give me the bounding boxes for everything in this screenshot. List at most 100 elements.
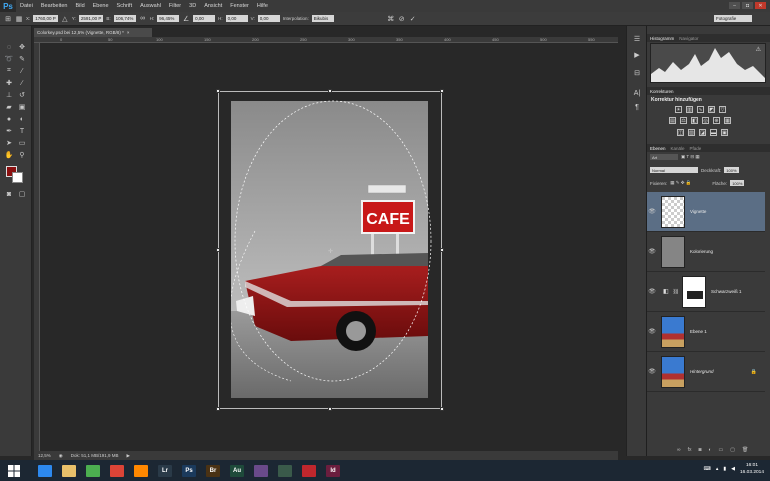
history-brush-icon[interactable]: ↺ xyxy=(16,90,28,100)
menu-item[interactable]: Schrift xyxy=(113,3,137,9)
visibility-eye-icon[interactable]: 👁 xyxy=(647,288,657,295)
history-panel-icon[interactable]: ☰ xyxy=(631,34,643,44)
marquee-tool-icon[interactable]: ◌ xyxy=(3,42,15,52)
type-tool-icon[interactable]: T xyxy=(16,126,28,136)
cancel-transform-icon[interactable]: ⊘ xyxy=(398,15,406,23)
chain-link-icon[interactable]: ⛓ xyxy=(673,289,679,295)
transform-bounding-box[interactable]: ✛ xyxy=(216,89,444,411)
lock-icons[interactable]: ▦ ✎ ✥ 🔒 xyxy=(670,180,691,186)
taskbar-app-icon[interactable] xyxy=(82,462,104,480)
taskbar-app-icon[interactable] xyxy=(250,462,272,480)
photo-filter-icon[interactable]: ◎ xyxy=(702,117,709,124)
vibrance-icon[interactable]: ▽ xyxy=(719,106,726,113)
quick-select-icon[interactable]: ✎ xyxy=(16,54,28,64)
menu-item[interactable]: Hilfe xyxy=(253,3,272,9)
taskbar-app-icon[interactable] xyxy=(58,462,80,480)
vskew-field[interactable]: 0,00 xyxy=(257,15,280,22)
visibility-eye-icon[interactable]: 👁 xyxy=(647,328,657,335)
transform-tool-icon[interactable]: ⊞ xyxy=(4,15,12,23)
black-white-icon[interactable]: ◧ xyxy=(691,117,698,124)
gradient-tool-icon[interactable]: ▣ xyxy=(16,102,28,112)
clock[interactable]: 16:01 16.03.2014 xyxy=(740,462,764,476)
windows-start-button[interactable] xyxy=(4,462,24,480)
screen-mode-icon[interactable]: ▢ xyxy=(16,189,28,199)
properties-panel-icon[interactable]: ⊟ xyxy=(631,68,643,78)
menu-item[interactable]: Auswahl xyxy=(136,3,165,9)
height-field[interactable]: 96,45% xyxy=(157,15,180,22)
reference-point-icon[interactable]: ▦ xyxy=(15,15,23,23)
menu-item[interactable]: 3D xyxy=(185,3,200,9)
character-panel-icon[interactable]: A| xyxy=(631,88,643,98)
fill-field[interactable]: 100% xyxy=(730,180,745,186)
taskbar-app-icon[interactable]: Id xyxy=(322,462,344,480)
selective-color-icon[interactable]: ▣ xyxy=(721,129,728,136)
pivot-point-icon[interactable]: ✛ xyxy=(328,248,333,255)
zoom-tool-icon[interactable]: ⚲ xyxy=(16,150,28,160)
transform-handle[interactable] xyxy=(216,407,220,411)
delta-icon[interactable]: △ xyxy=(61,15,69,23)
color-lookup-icon[interactable]: ▦ xyxy=(724,117,731,124)
menu-item[interactable]: Ebene xyxy=(89,3,113,9)
commit-transform-icon[interactable]: ✓ xyxy=(409,15,417,23)
opacity-field[interactable]: 100% xyxy=(724,167,739,173)
channel-mixer-icon[interactable]: ⊕ xyxy=(713,117,720,124)
close-tab-icon[interactable]: × xyxy=(127,30,130,35)
taskbar-app-icon[interactable]: Br xyxy=(202,462,224,480)
healing-brush-icon[interactable]: ✚ xyxy=(3,78,15,88)
interpolation-select[interactable]: Bikubis xyxy=(311,15,334,22)
exposure-icon[interactable]: ◩ xyxy=(708,106,715,113)
move-tool-icon[interactable]: ✥ xyxy=(16,42,28,52)
transform-handle[interactable] xyxy=(328,407,332,411)
gradient-map-icon[interactable]: ▬ xyxy=(710,129,717,136)
transform-handle[interactable] xyxy=(440,248,444,252)
invert-icon[interactable]: ◫ xyxy=(677,129,684,136)
menu-item[interactable]: Datei xyxy=(16,3,37,9)
status-menu-arrow-icon[interactable]: ▶ xyxy=(126,453,129,459)
lasso-tool-icon[interactable]: ➰ xyxy=(3,54,15,64)
volume-icon[interactable]: ◀ xyxy=(731,466,735,472)
brightness-icon[interactable]: ☀ xyxy=(675,106,682,113)
tab-histogram[interactable]: Histogramm xyxy=(650,36,674,41)
taskbar-app-icon[interactable] xyxy=(130,462,152,480)
keyboard-icon[interactable]: ⌨ xyxy=(704,466,711,472)
taskbar-app-icon[interactable] xyxy=(34,462,56,480)
warp-icon[interactable]: ⌘ xyxy=(387,15,395,23)
menu-item[interactable]: Bearbeiten xyxy=(37,3,72,9)
taskbar-app-icon[interactable] xyxy=(298,462,320,480)
taskbar-app-icon[interactable] xyxy=(274,462,296,480)
dodge-tool-icon[interactable]: ◐ xyxy=(16,114,28,124)
actions-panel-icon[interactable]: ▶ xyxy=(631,50,643,60)
layer-row[interactable]: 👁 Ebene 1 xyxy=(647,312,765,352)
tab-navigator[interactable]: Navigator xyxy=(679,36,698,41)
angle-field[interactable]: 0,00 xyxy=(193,15,216,22)
layer-row[interactable]: 👁 Kolorierung xyxy=(647,232,765,272)
posterize-icon[interactable]: ▧ xyxy=(688,129,695,136)
taskbar-app-icon[interactable]: Au xyxy=(226,462,248,480)
visibility-eye-icon[interactable]: 👁 xyxy=(647,368,657,375)
background-color-swatch[interactable] xyxy=(12,172,23,183)
warning-icon[interactable]: ⚠ xyxy=(756,46,761,53)
transform-handle[interactable] xyxy=(216,248,220,252)
menu-item[interactable]: Ansicht xyxy=(200,3,226,9)
zoom-level[interactable]: 12,5% xyxy=(38,453,51,458)
tray-arrow-icon[interactable]: ▴ xyxy=(716,466,719,472)
threshold-icon[interactable]: ◪ xyxy=(699,129,706,136)
quick-mask-icon[interactable]: ◙ xyxy=(3,189,15,199)
tab-paths[interactable]: Pfade xyxy=(690,146,702,151)
info-icon[interactable]: ◉ xyxy=(59,453,63,459)
width-field[interactable]: 106,74% xyxy=(113,15,136,22)
layer-kind-filter[interactable]: Art xyxy=(650,154,678,160)
tab-layers[interactable]: Ebenen xyxy=(650,146,666,151)
brush-tool-icon[interactable]: ∕ xyxy=(16,78,28,88)
blend-mode-select[interactable]: Normal xyxy=(650,167,698,173)
restore-button[interactable]: ◘ xyxy=(742,2,753,9)
blur-tool-icon[interactable]: ● xyxy=(3,114,15,124)
hskew-field[interactable]: 0,00 xyxy=(225,15,248,22)
transform-handle[interactable] xyxy=(328,89,332,93)
eyedropper-icon[interactable]: ⁄ xyxy=(16,66,28,76)
transform-handle[interactable] xyxy=(440,89,444,93)
new-adjustment-icon[interactable]: ◐ xyxy=(709,447,712,453)
layer-row[interactable]: 👁 Vignette xyxy=(647,192,765,232)
hue-saturation-icon[interactable]: ▤ xyxy=(669,117,676,124)
pen-tool-icon[interactable]: ✒ xyxy=(3,126,15,136)
